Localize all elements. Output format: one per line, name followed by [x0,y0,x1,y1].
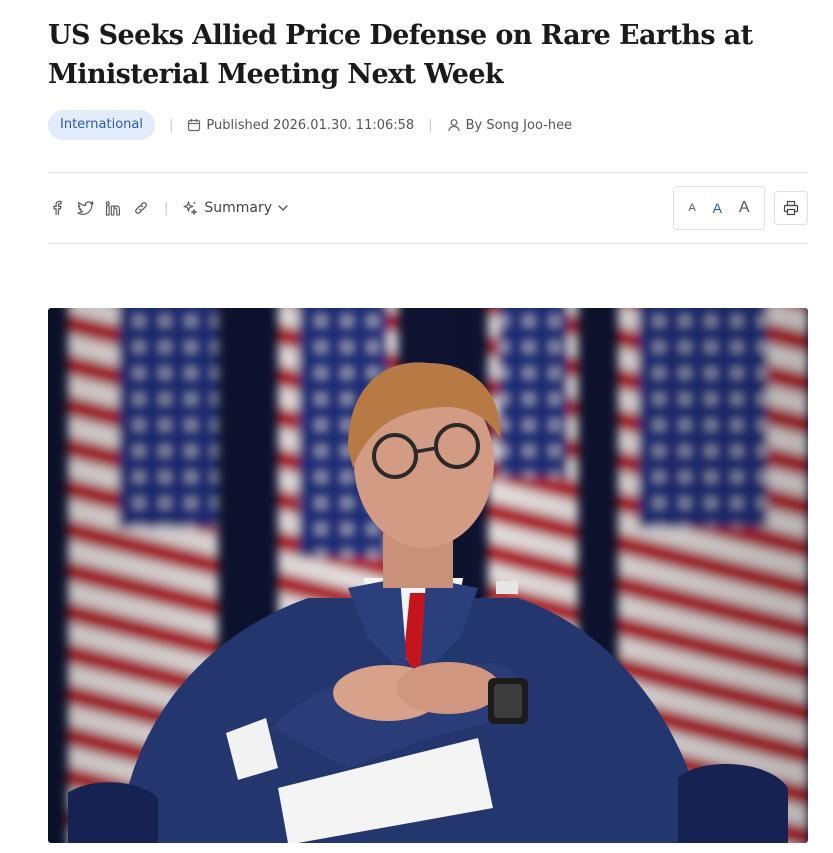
font-size-large-button[interactable]: A [739,199,750,217]
font-size-medium-button[interactable]: A [713,200,722,216]
meta-divider: | [168,117,174,133]
linkedin-icon[interactable] [104,199,122,217]
divider-top [48,172,808,173]
share-bar: | Summary [48,198,294,218]
meta-divider: | [428,117,433,133]
link-icon[interactable] [132,199,150,217]
calendar-icon [188,119,201,132]
toolbar-divider: | [164,200,169,216]
article-meta: International | Published 2026.01.30. 11… [48,110,572,140]
article-toolbar: | Summary A A A [48,186,808,230]
person-icon [447,119,460,132]
sparkle-icon [183,201,198,215]
photo-illustration [48,308,808,843]
published-text: Published 2026.01.30. 11:06:58 [206,117,415,133]
font-size-small-button[interactable]: A [688,202,695,214]
published-date: Published 2026.01.30. 11:06:58 [187,118,414,133]
article-photo [48,308,808,843]
category-badge[interactable]: International [48,110,155,140]
author-text: By Song Joo-hee [465,117,573,133]
twitter-icon[interactable] [76,199,94,217]
author: By Song Joo-hee [447,118,572,133]
headline: US Seeks Allied Price Defense on Rare Ea… [48,20,753,90]
summary-button[interactable]: Summary [182,200,294,216]
summary-label: Summary [204,200,273,216]
facebook-icon[interactable] [48,199,66,217]
printer-icon [783,200,799,216]
font-size-control: A A A [673,186,765,230]
divider-bottom [48,243,808,244]
print-button[interactable] [774,191,808,225]
chevron-down-icon [278,205,288,211]
